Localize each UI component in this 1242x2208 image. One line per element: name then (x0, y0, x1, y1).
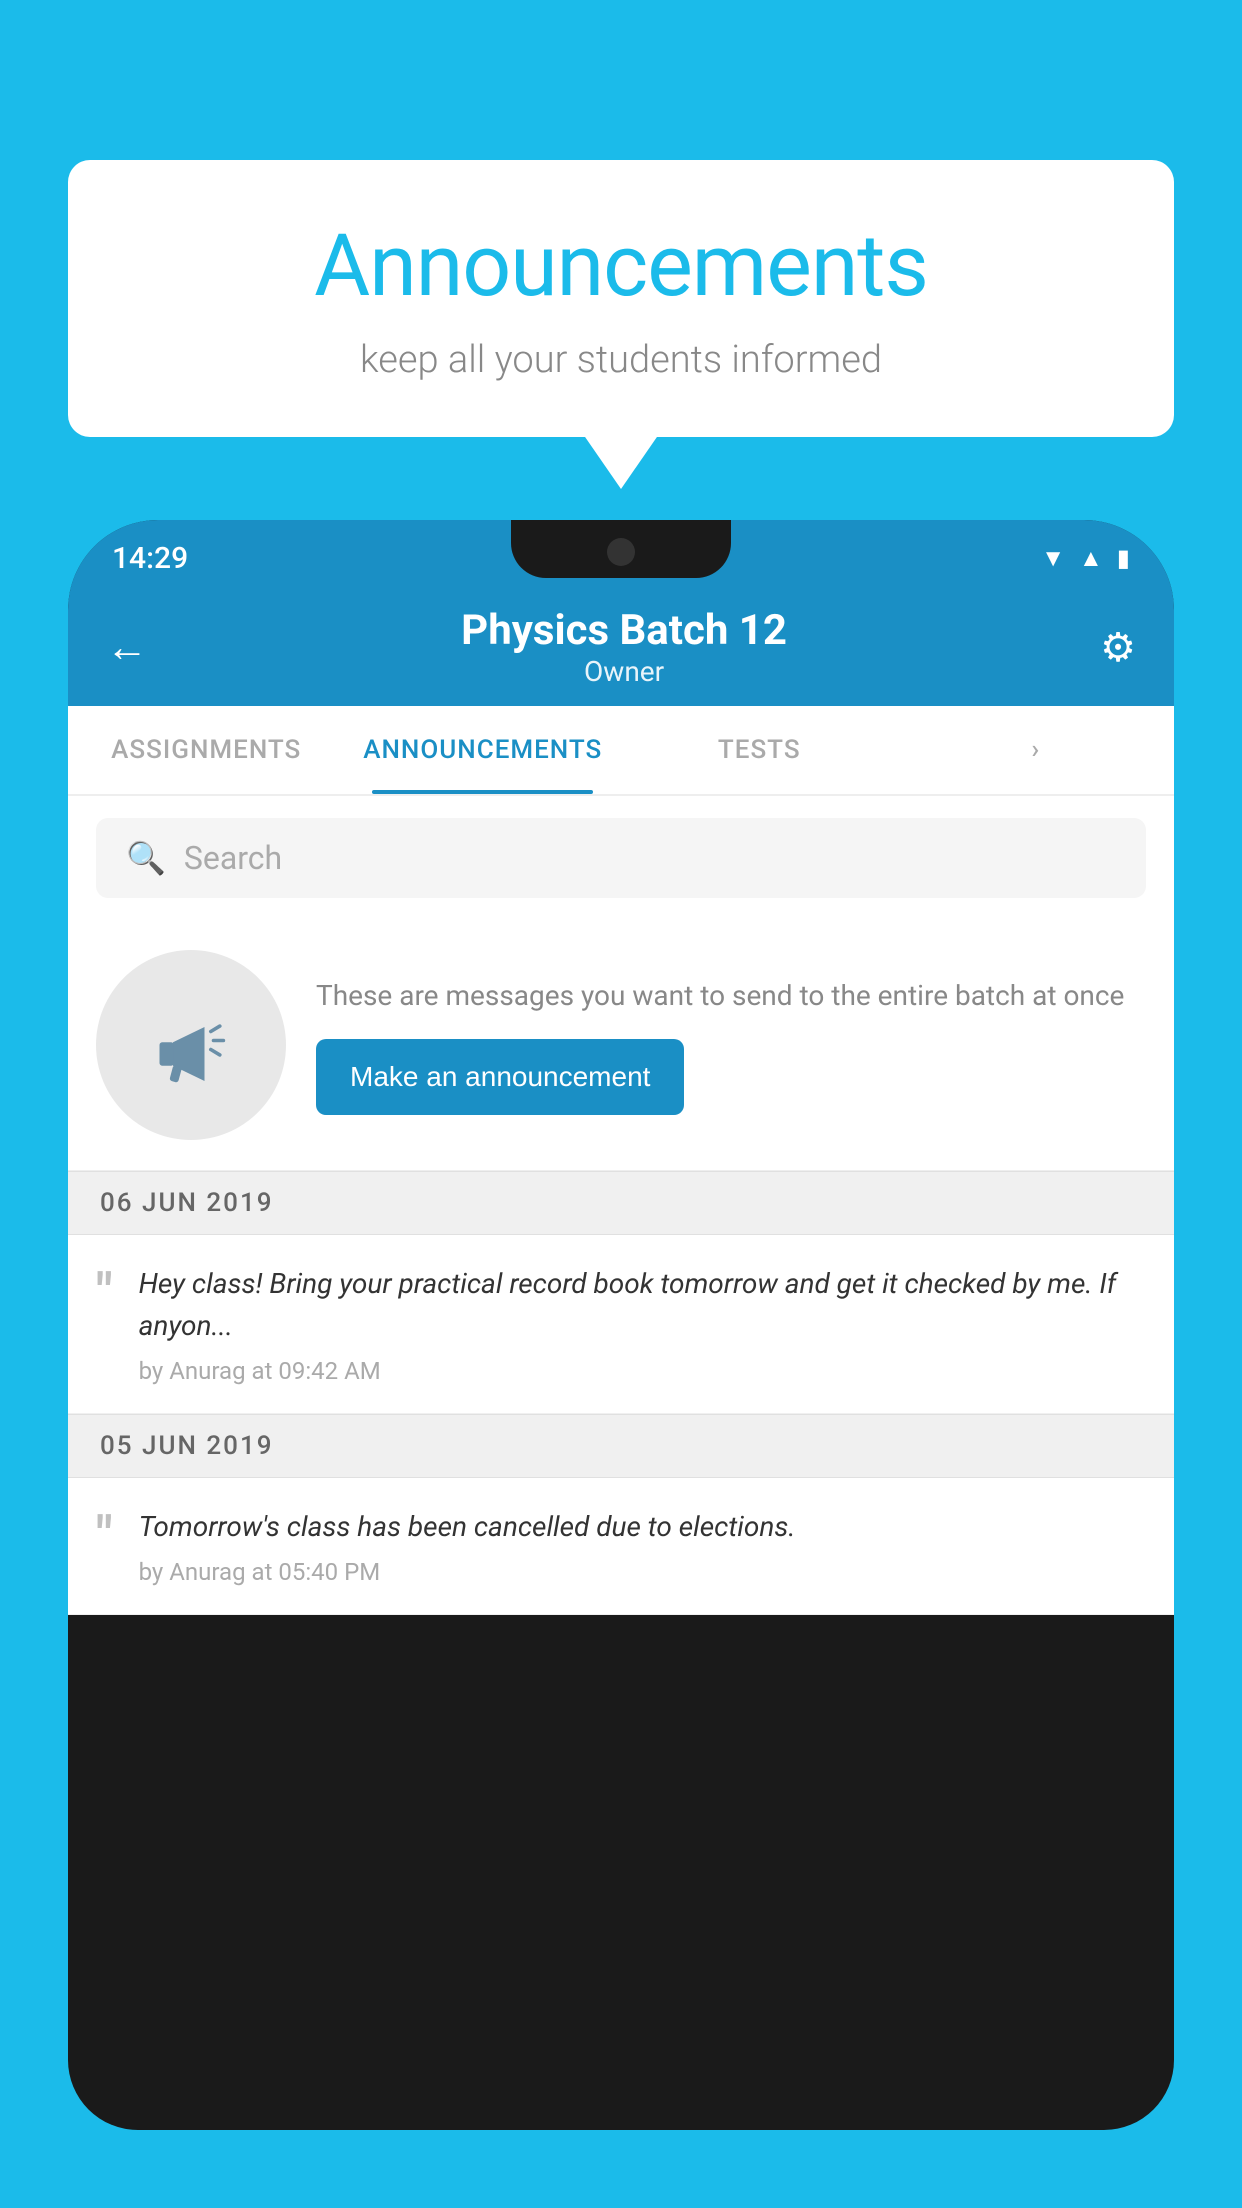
date-separator-2: 05 JUN 2019 (68, 1414, 1174, 1478)
speech-bubble-subtitle: keep all your students informed (128, 338, 1114, 382)
battery-icon: ▮ (1117, 544, 1130, 572)
speech-bubble: Announcements keep all your students inf… (68, 160, 1174, 437)
back-button[interactable]: ← (106, 623, 148, 672)
search-placeholder: Search (184, 839, 282, 877)
app-bar-subtitle: Owner (461, 655, 787, 688)
search-container: 🔍 Search (68, 796, 1174, 920)
settings-icon[interactable]: ⚙ (1100, 624, 1136, 671)
tab-more[interactable]: › (898, 706, 1175, 794)
announcement-item-2: " Tomorrow's class has been cancelled du… (68, 1478, 1174, 1615)
make-announcement-button[interactable]: Make an announcement (316, 1039, 684, 1115)
announcement-prompt-text: These are messages you want to send to t… (316, 975, 1146, 1017)
content-area: 🔍 Search (68, 796, 1174, 1615)
wifi-icon: ▼ (1041, 544, 1065, 573)
app-bar-title: Physics Batch 12 (461, 606, 787, 655)
speech-bubble-container: Announcements keep all your students inf… (68, 160, 1174, 437)
tab-announcements[interactable]: ANNOUNCEMENTS (345, 706, 622, 794)
tabs-bar: ASSIGNMENTS ANNOUNCEMENTS TESTS › (68, 706, 1174, 796)
phone-screen: 14:29 ▼ ▲ ▮ ← Physics Batch 12 Owner ⚙ A… (68, 520, 1174, 2130)
announcement-prompt-right: These are messages you want to send to t… (316, 975, 1146, 1115)
megaphone-icon (146, 1000, 236, 1090)
app-bar-title-group: Physics Batch 12 Owner (461, 606, 787, 688)
status-icons: ▼ ▲ ▮ (1041, 544, 1130, 573)
announcement-meta-2: by Anurag at 05:40 PM (139, 1558, 1146, 1586)
phone-container: 14:29 ▼ ▲ ▮ ← Physics Batch 12 Owner ⚙ A… (68, 520, 1174, 2208)
quote-icon-2: " (96, 1510, 113, 1562)
tab-tests[interactable]: TESTS (621, 706, 898, 794)
announcement-message-1: Hey class! Bring your practical record b… (139, 1263, 1146, 1347)
speech-bubble-title: Announcements (128, 215, 1114, 316)
quote-icon-1: " (96, 1267, 113, 1319)
signal-icon: ▲ (1079, 544, 1103, 573)
announcement-message-2: Tomorrow's class has been cancelled due … (139, 1506, 1146, 1548)
announcement-meta-1: by Anurag at 09:42 AM (139, 1357, 1146, 1385)
announcement-prompt: These are messages you want to send to t… (68, 920, 1174, 1171)
phone-frame: 14:29 ▼ ▲ ▮ ← Physics Batch 12 Owner ⚙ A… (68, 520, 1174, 2130)
search-bar[interactable]: 🔍 Search (96, 818, 1146, 898)
search-icon: 🔍 (126, 839, 166, 877)
date-separator-1: 06 JUN 2019 (68, 1171, 1174, 1235)
app-bar: ← Physics Batch 12 Owner ⚙ (68, 588, 1174, 706)
announcement-text-1: Hey class! Bring your practical record b… (139, 1263, 1146, 1385)
announcement-text-2: Tomorrow's class has been cancelled due … (139, 1506, 1146, 1586)
tab-assignments[interactable]: ASSIGNMENTS (68, 706, 345, 794)
phone-notch (511, 520, 731, 578)
status-time: 14:29 (112, 541, 188, 576)
announcement-item-1: " Hey class! Bring your practical record… (68, 1235, 1174, 1414)
announcement-icon-circle (96, 950, 286, 1140)
camera (607, 538, 635, 566)
